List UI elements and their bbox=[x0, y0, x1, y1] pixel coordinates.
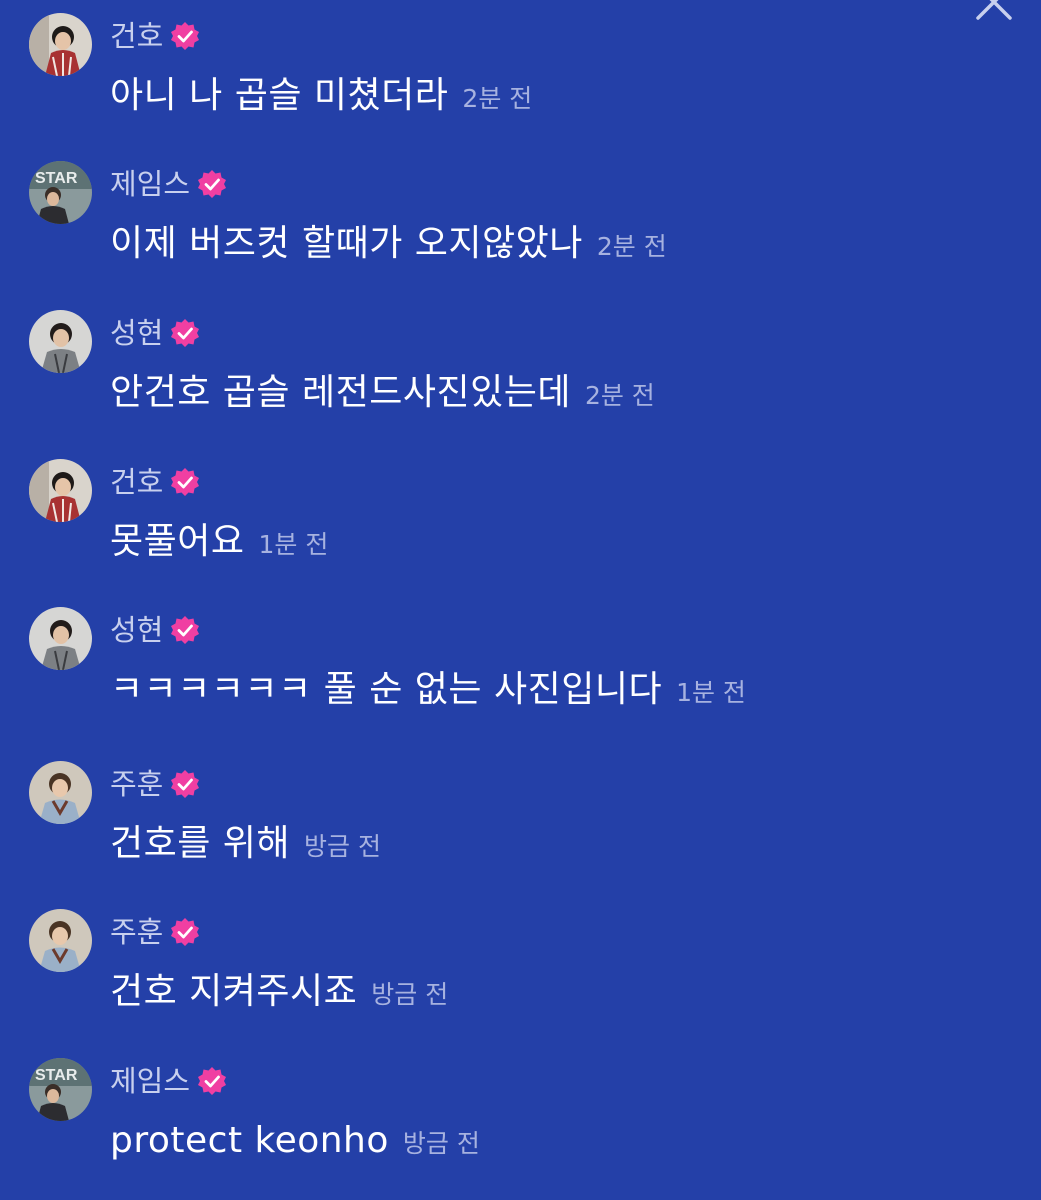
chat-message: 성현 ㅋㅋㅋㅋㅋㅋ 풀 순 없는 사진입니다 1분 전 bbox=[0, 594, 1041, 734]
message-text: 건호 지켜주시죠 bbox=[110, 971, 358, 1012]
avatar-james[interactable]: STAR bbox=[29, 1058, 92, 1121]
verified-badge-icon bbox=[171, 770, 200, 798]
message-text: 못풀어요 bbox=[110, 521, 245, 562]
username[interactable]: 건호 bbox=[110, 16, 163, 56]
chat-message: 주훈 건호를 위해 방금 전 bbox=[0, 748, 1041, 888]
username[interactable]: 제임스 bbox=[110, 1061, 190, 1101]
chat-message: 건호 아니 나 곱슬 미쳤더라 2분 전 bbox=[0, 0, 1041, 140]
avatar-keonho[interactable] bbox=[29, 13, 92, 76]
svg-text:STAR: STAR bbox=[35, 1067, 78, 1084]
verified-badge-icon bbox=[171, 319, 200, 347]
chat-message: 건호 못풀어요 1분 전 bbox=[0, 446, 1041, 586]
avatar-james[interactable]: STAR bbox=[29, 161, 92, 224]
chat-message: 주훈 건호 지켜주시죠 방금 전 bbox=[0, 896, 1041, 1036]
verified-badge-icon bbox=[171, 468, 200, 496]
message-timestamp: 2분 전 bbox=[462, 84, 533, 113]
username[interactable]: 성현 bbox=[110, 610, 163, 650]
username[interactable]: 성현 bbox=[110, 313, 163, 353]
avatar-sunghyeon[interactable] bbox=[29, 310, 92, 373]
message-timestamp: 1분 전 bbox=[258, 530, 329, 559]
message-text: ㅋㅋㅋㅋㅋㅋ 풀 순 없는 사진입니다 bbox=[110, 669, 663, 710]
avatar-sunghyeon[interactable] bbox=[29, 607, 92, 670]
username[interactable]: 제임스 bbox=[110, 164, 190, 204]
verified-badge-icon bbox=[171, 918, 200, 946]
avatar-juhoon[interactable] bbox=[29, 909, 92, 972]
message-timestamp: 방금 전 bbox=[402, 1129, 480, 1158]
username[interactable]: 주훈 bbox=[110, 764, 163, 804]
chat-message: STAR 제임스 protect keonho 방금 전 bbox=[0, 1045, 1041, 1185]
chat-message: STAR 제임스 이제 버즈컷 할때가 오지않았나 2분 전 bbox=[0, 148, 1041, 288]
verified-badge-icon bbox=[171, 616, 200, 644]
svg-text:STAR: STAR bbox=[35, 170, 78, 187]
username[interactable]: 주훈 bbox=[110, 912, 163, 952]
verified-badge-icon bbox=[198, 1067, 227, 1095]
chat-message: 성현 안건호 곱슬 레전드사진있는데 2분 전 bbox=[0, 297, 1041, 437]
message-timestamp: 방금 전 bbox=[371, 980, 449, 1009]
message-timestamp: 1분 전 bbox=[676, 678, 746, 707]
username[interactable]: 건호 bbox=[110, 462, 163, 502]
message-text: 이제 버즈컷 할때가 오지않았나 bbox=[110, 223, 583, 264]
avatar-juhoon[interactable] bbox=[29, 761, 92, 824]
message-timestamp: 방금 전 bbox=[304, 832, 381, 861]
message-timestamp: 2분 전 bbox=[596, 232, 667, 261]
message-text: 아니 나 곱슬 미쳤더라 bbox=[110, 75, 449, 116]
verified-badge-icon bbox=[171, 22, 200, 50]
avatar-keonho[interactable] bbox=[29, 459, 92, 522]
message-text: 건호를 위해 bbox=[110, 823, 291, 864]
message-text: protect keonho bbox=[110, 1120, 389, 1161]
message-text: 안건호 곱슬 레전드사진있는데 bbox=[110, 372, 571, 413]
verified-badge-icon bbox=[198, 170, 227, 198]
message-timestamp: 2분 전 bbox=[584, 381, 655, 410]
